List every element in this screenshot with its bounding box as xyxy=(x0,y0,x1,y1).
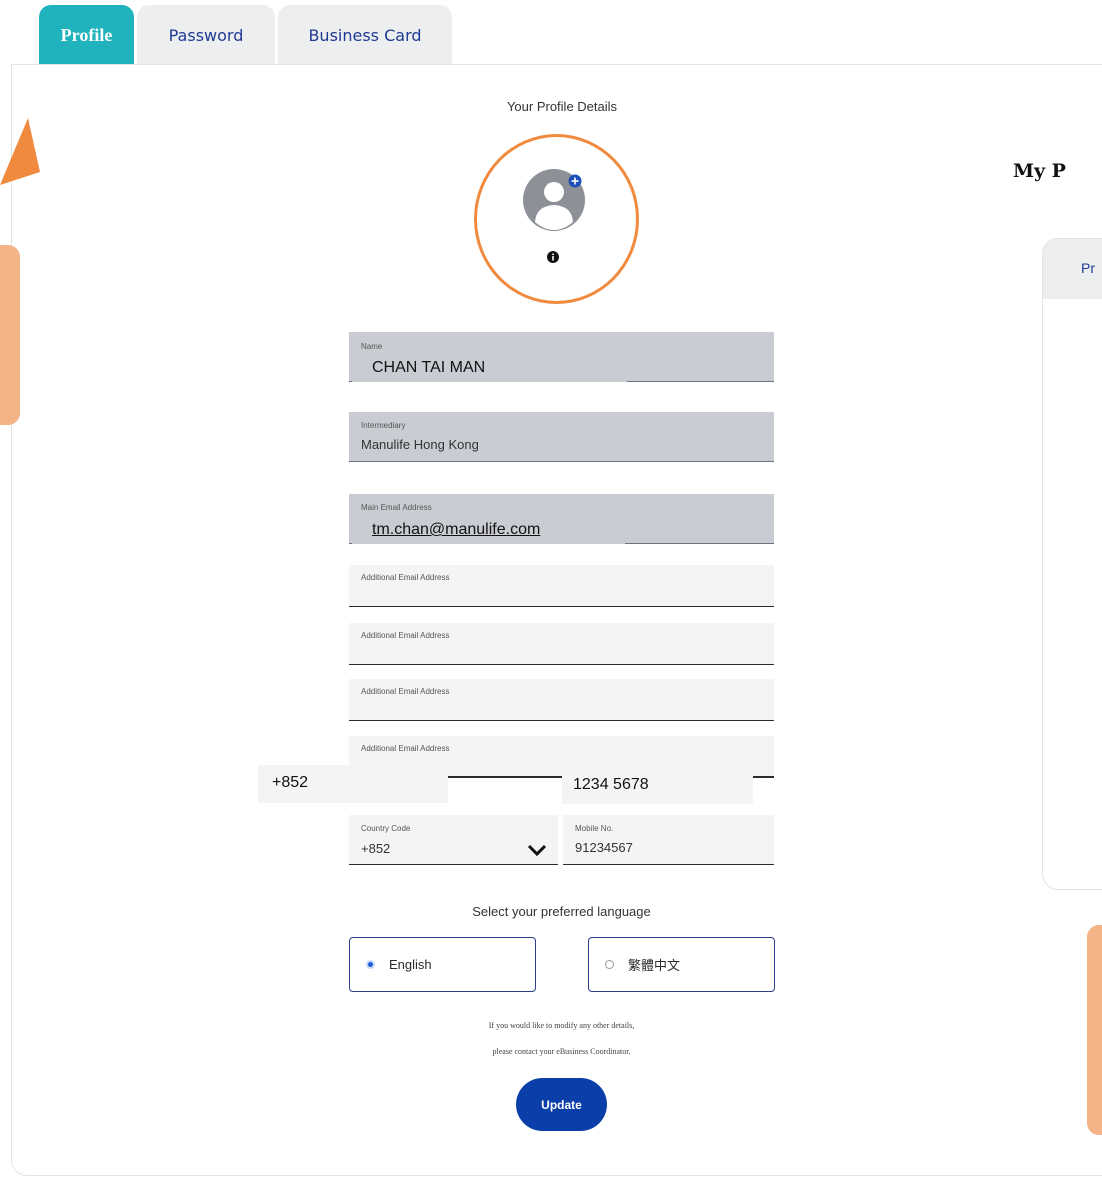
country-code-select[interactable]: Country Code +852 xyxy=(349,815,558,865)
right-panel-tab[interactable]: Pr xyxy=(1043,239,1102,299)
overlay-divider-line xyxy=(448,776,563,778)
intermediary-label: Intermediary xyxy=(361,421,406,430)
right-panel-card xyxy=(1042,238,1102,890)
intermediary-field: Intermediary Manulife Hong Kong xyxy=(349,412,774,462)
main-email-value-box: tm.chan@manulife.com xyxy=(352,518,625,545)
additional-email-field-1[interactable]: Additional Email Address xyxy=(349,565,774,607)
overlay-mobile-box: 1234 5678 xyxy=(562,765,753,804)
main-email-label: Main Email Address xyxy=(361,503,432,512)
overlay-country-code-box: +852 xyxy=(258,765,448,803)
chevron-down-icon xyxy=(527,844,547,856)
name-value: CHAN TAI MAN xyxy=(372,359,486,376)
mobile-value: 91234567 xyxy=(575,840,633,855)
additional-email-label: Additional Email Address xyxy=(361,687,450,696)
tab-password[interactable]: Password xyxy=(137,5,275,65)
mobile-field[interactable]: Mobile No. 91234567 xyxy=(563,815,774,865)
language-option-chinese[interactable]: 繁體中文 xyxy=(588,937,775,992)
update-button[interactable]: Update xyxy=(516,1078,607,1131)
language-option-chinese-label: 繁體中文 xyxy=(628,958,681,973)
language-prompt: Select your preferred language xyxy=(472,904,651,919)
annotation-arrow xyxy=(0,118,40,185)
intermediary-value: Manulife Hong Kong xyxy=(361,437,479,452)
overlay-country-code: +852 xyxy=(272,774,309,791)
avatar-highlight-circle xyxy=(474,134,639,304)
name-value-box: CHAN TAI MAN xyxy=(352,356,627,383)
radio-english[interactable] xyxy=(366,960,375,969)
annotation-box-right xyxy=(1087,925,1102,1135)
right-panel-heading: My P xyxy=(1013,160,1066,182)
annotation-box-left xyxy=(0,245,20,425)
tab-profile[interactable]: Profile xyxy=(39,5,134,65)
additional-email-field-3[interactable]: Additional Email Address xyxy=(349,679,774,721)
additional-email-label: Additional Email Address xyxy=(361,573,450,582)
language-option-english[interactable]: English xyxy=(349,937,536,992)
country-code-label: Country Code xyxy=(361,824,411,833)
radio-chinese[interactable] xyxy=(605,960,614,969)
tab-business-card[interactable]: Business Card xyxy=(278,5,452,65)
notice-line-2: please contact your eBusiness Coordinato… xyxy=(492,1047,631,1056)
name-label: Name xyxy=(361,342,383,351)
country-code-value: +852 xyxy=(361,841,391,856)
section-title: Your Profile Details xyxy=(506,99,618,114)
overlay-mobile: 1234 5678 xyxy=(573,776,649,793)
notice-line-1: If you would like to modify any other de… xyxy=(488,1021,635,1030)
additional-email-label: Additional Email Address xyxy=(361,744,450,753)
overlay-divider-line-right xyxy=(753,776,774,778)
mobile-label: Mobile No. xyxy=(575,824,614,833)
main-email-value: tm.chan@manulife.com xyxy=(372,521,541,538)
additional-email-field-2[interactable]: Additional Email Address xyxy=(349,623,774,665)
additional-email-label: Additional Email Address xyxy=(361,631,450,640)
language-option-english-label: English xyxy=(389,957,432,972)
right-panel-tab-label: Pr xyxy=(1081,260,1095,276)
